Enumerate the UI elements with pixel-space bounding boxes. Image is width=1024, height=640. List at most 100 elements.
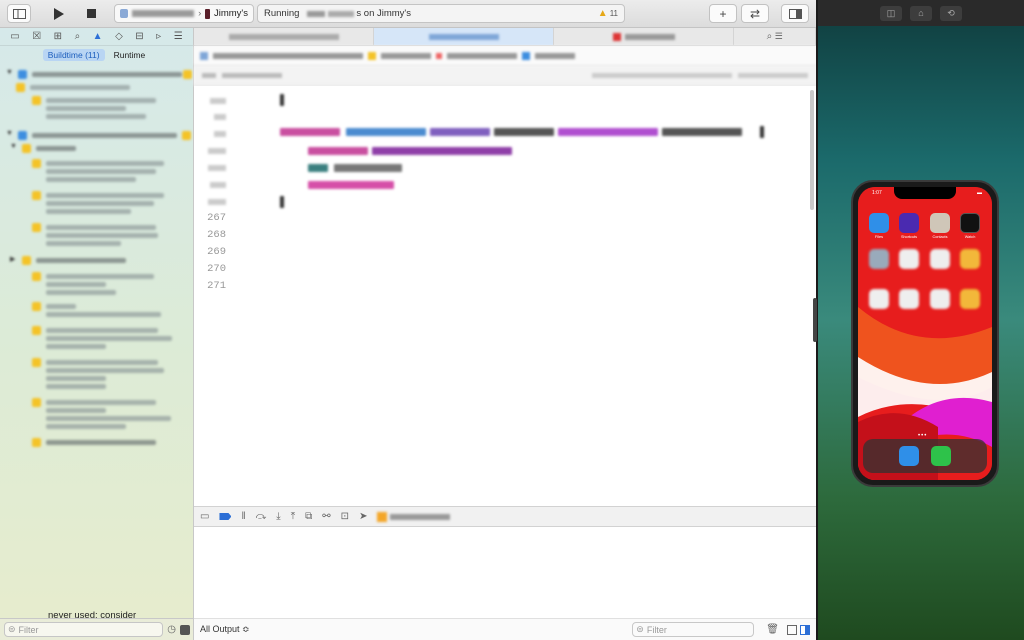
output-selector[interactable]: All Output ≎	[200, 624, 250, 635]
line-number: 269	[207, 246, 226, 258]
app-contacts-icon[interactable]	[930, 213, 950, 233]
plus-icon: +	[719, 6, 727, 21]
toggle-navigator-button[interactable]	[7, 4, 31, 23]
menu-icon[interactable]: ☰	[775, 31, 783, 42]
inspector-icon	[788, 8, 802, 19]
symbol-icon[interactable]: ⊞	[54, 31, 62, 42]
swap-icon: ⇄	[749, 6, 761, 21]
editor-tab[interactable]	[554, 28, 735, 45]
find-icon[interactable]: ⌕	[75, 31, 81, 42]
step-over-icon[interactable]: ⤼	[256, 511, 267, 522]
rotate-icon[interactable]: ⟲	[940, 5, 962, 21]
app-icon	[120, 9, 129, 18]
editor-scrollbar[interactable]	[810, 90, 814, 210]
resize-handle[interactable]	[813, 298, 817, 342]
list-item[interactable]	[0, 301, 193, 317]
split-right-icon[interactable]	[800, 624, 810, 635]
toggle-console-icon[interactable]: ▭	[200, 511, 209, 522]
scheme-selector[interactable]: › Jimmy's	[114, 4, 254, 23]
sidebar-icon	[12, 8, 26, 19]
tab-actions: ⌕ ☰	[734, 28, 816, 45]
editor-tab[interactable]	[194, 28, 375, 45]
test-icon[interactable]: ◇	[115, 31, 123, 42]
status-suffix: s on Jimmy's	[356, 8, 411, 19]
list-item[interactable]: ▼	[0, 130, 193, 140]
issue-icon[interactable]: ▲	[93, 31, 103, 42]
split-left-icon[interactable]	[787, 624, 797, 635]
issue-list: ▼ ▼ ▼ ▶	[0, 64, 193, 447]
app-messages-icon[interactable]	[931, 446, 951, 466]
source-editor[interactable]: 267 268 269 270 271	[194, 86, 816, 506]
clock-icon[interactable]: ◷	[167, 624, 176, 635]
screenshot-icon[interactable]: ◫	[880, 5, 902, 21]
memory-graph-icon[interactable]: ⚯	[322, 511, 330, 522]
app-label: Contacts	[932, 235, 948, 239]
run-button[interactable]	[45, 4, 71, 23]
list-item[interactable]	[0, 437, 193, 447]
app-safari-icon[interactable]	[899, 446, 919, 466]
list-item[interactable]: ▼	[0, 143, 193, 153]
simulator-window: ◫ ⌂ ⟲ 1:07 ▬ Files Shortcuts Contacts Wa…	[813, 0, 1024, 640]
list-item[interactable]	[0, 222, 193, 246]
list-item[interactable]	[0, 95, 193, 119]
view-hierarchy-icon[interactable]: ⧉	[305, 511, 312, 522]
toggle-inspector-button[interactable]	[781, 4, 809, 23]
console-filter-placeholder: Filter	[646, 624, 667, 635]
status-prefix: Running	[264, 8, 300, 19]
environment-icon[interactable]: ⊡	[341, 511, 349, 522]
navigator-filter-field[interactable]: ⊜ Filter	[4, 622, 164, 637]
code-review-button[interactable]: ⇄	[741, 4, 769, 23]
app-label: Shortcuts	[900, 235, 918, 239]
segment-buildtime[interactable]: Buildtime (11)	[42, 49, 105, 61]
line-number: 268	[207, 229, 226, 241]
segment-runtime[interactable]: Runtime	[109, 49, 151, 61]
app-files-icon[interactable]	[869, 213, 889, 233]
trash-icon[interactable]: 🗑	[766, 624, 779, 635]
warning-count[interactable]: 11	[610, 9, 618, 18]
source-control-icon[interactable]: ☒	[32, 31, 41, 42]
step-out-icon[interactable]: ⤒	[291, 511, 295, 522]
app-watch-icon[interactable]	[960, 213, 980, 233]
search-icon[interactable]: ⌕	[767, 31, 773, 42]
library-button[interactable]: +	[709, 4, 737, 23]
warning-filter-icon[interactable]	[180, 624, 190, 635]
list-item[interactable]	[0, 158, 193, 182]
list-item[interactable]	[0, 190, 193, 214]
step-into-icon[interactable]: ⤓	[276, 511, 280, 522]
breadcrumb	[194, 66, 816, 86]
filter-icon: ⊜	[8, 624, 16, 634]
navigator-filter-bar: ⊜ Filter ◷	[0, 618, 193, 640]
jump-bar[interactable]	[194, 46, 816, 66]
console-output[interactable]	[194, 527, 816, 618]
location-icon[interactable]: ➤	[359, 511, 367, 522]
list-item[interactable]	[0, 397, 193, 429]
folder-icon[interactable]: ▭	[10, 31, 19, 42]
list-item[interactable]	[0, 82, 193, 92]
breakpoint-icon[interactable]: ▹	[156, 31, 161, 42]
editor-tab-active[interactable]	[374, 28, 555, 45]
list-item[interactable]	[0, 357, 193, 389]
list-item[interactable]	[0, 325, 193, 349]
debug-icon[interactable]: ⊟	[135, 31, 143, 42]
app-shortcuts-icon[interactable]	[899, 213, 919, 233]
iphone-screen[interactable]: 1:07 ▬ Files Shortcuts Contacts Watch ••…	[858, 187, 992, 480]
warning-icon[interactable]: ▲	[598, 8, 608, 19]
list-item[interactable]	[0, 271, 193, 295]
filter-placeholder: Filter	[18, 624, 39, 635]
stop-button[interactable]	[78, 4, 104, 23]
chevron-right-icon: ›	[198, 8, 202, 19]
report-icon[interactable]: ☰	[174, 31, 183, 42]
list-item[interactable]: ▶	[0, 255, 193, 265]
dock	[863, 439, 987, 473]
list-item[interactable]: ▼	[0, 69, 193, 79]
breakpoints-toggle-icon[interactable]	[219, 513, 232, 520]
line-number: 270	[207, 263, 226, 275]
console-filter-field[interactable]: ⊜ Filter	[632, 622, 755, 637]
debug-bar: ▭ ‖ ⤼ ⤓ ⤒ ⧉ ⚯ ⊡ ➤	[194, 506, 816, 527]
home-icon[interactable]: ⌂	[910, 5, 932, 21]
xcode-window: › Jimmy's Running s on Jimmy's ▲ 11 + ⇄ …	[0, 0, 816, 640]
scheme-name-redacted	[132, 10, 195, 17]
pause-icon[interactable]: ‖	[241, 511, 245, 522]
issue-segmented-control: Buildtime (11) Runtime	[0, 46, 193, 64]
app-label: Files	[874, 235, 884, 239]
